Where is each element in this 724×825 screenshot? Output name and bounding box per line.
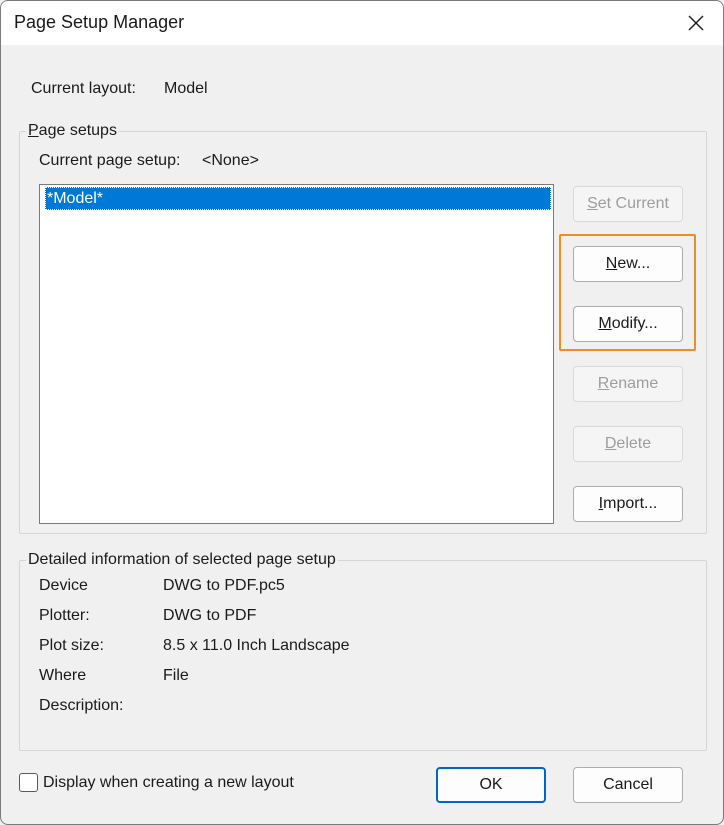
title-bar: Page Setup Manager (1, 1, 723, 45)
plot-size-label: Plot size: (39, 637, 104, 654)
details-group-label: Detailed information of selected page se… (26, 551, 338, 569)
import-button[interactable]: Import... (573, 486, 683, 522)
ok-button[interactable]: OK (436, 767, 546, 803)
window-title: Page Setup Manager (14, 12, 185, 32)
current-layout-label: Current layout: (31, 80, 136, 97)
current-page-setup-label: Current page setup: (39, 152, 181, 169)
rename-button[interactable]: Rename (573, 366, 683, 402)
device-value: DWG to PDF.pc5 (163, 577, 285, 594)
where-label: Where (39, 667, 87, 684)
where-value: File (163, 667, 189, 684)
new-button[interactable]: New... (573, 246, 683, 282)
plotter-label: Plotter: (39, 607, 90, 624)
close-button[interactable] (669, 1, 723, 45)
description-label: Description: (39, 697, 124, 714)
details-group (19, 560, 707, 751)
display-new-layout-checkbox[interactable] (19, 773, 38, 792)
delete-button[interactable]: Delete (573, 426, 683, 462)
page-setups-group-label: Page setups (26, 122, 119, 140)
plot-size-value: 8.5 x 11.0 Inch Landscape (163, 637, 350, 654)
cancel-button[interactable]: Cancel (573, 767, 683, 803)
display-new-layout-label[interactable]: Display when creating a new layout (43, 774, 294, 792)
current-layout-value: Model (164, 80, 208, 97)
list-item[interactable]: *Model* (45, 187, 551, 210)
modify-button[interactable]: Modify... (573, 306, 683, 342)
current-page-setup-value: <None> (202, 152, 259, 169)
plotter-value: DWG to PDF (163, 607, 257, 624)
device-label: Device (39, 577, 88, 594)
page-setup-manager-dialog: Page Setup Manager Current layout: Model… (0, 0, 724, 825)
page-setups-list[interactable]: *Model* (39, 184, 554, 524)
set-current-button[interactable]: Set Current (573, 186, 683, 222)
close-icon (688, 15, 704, 31)
